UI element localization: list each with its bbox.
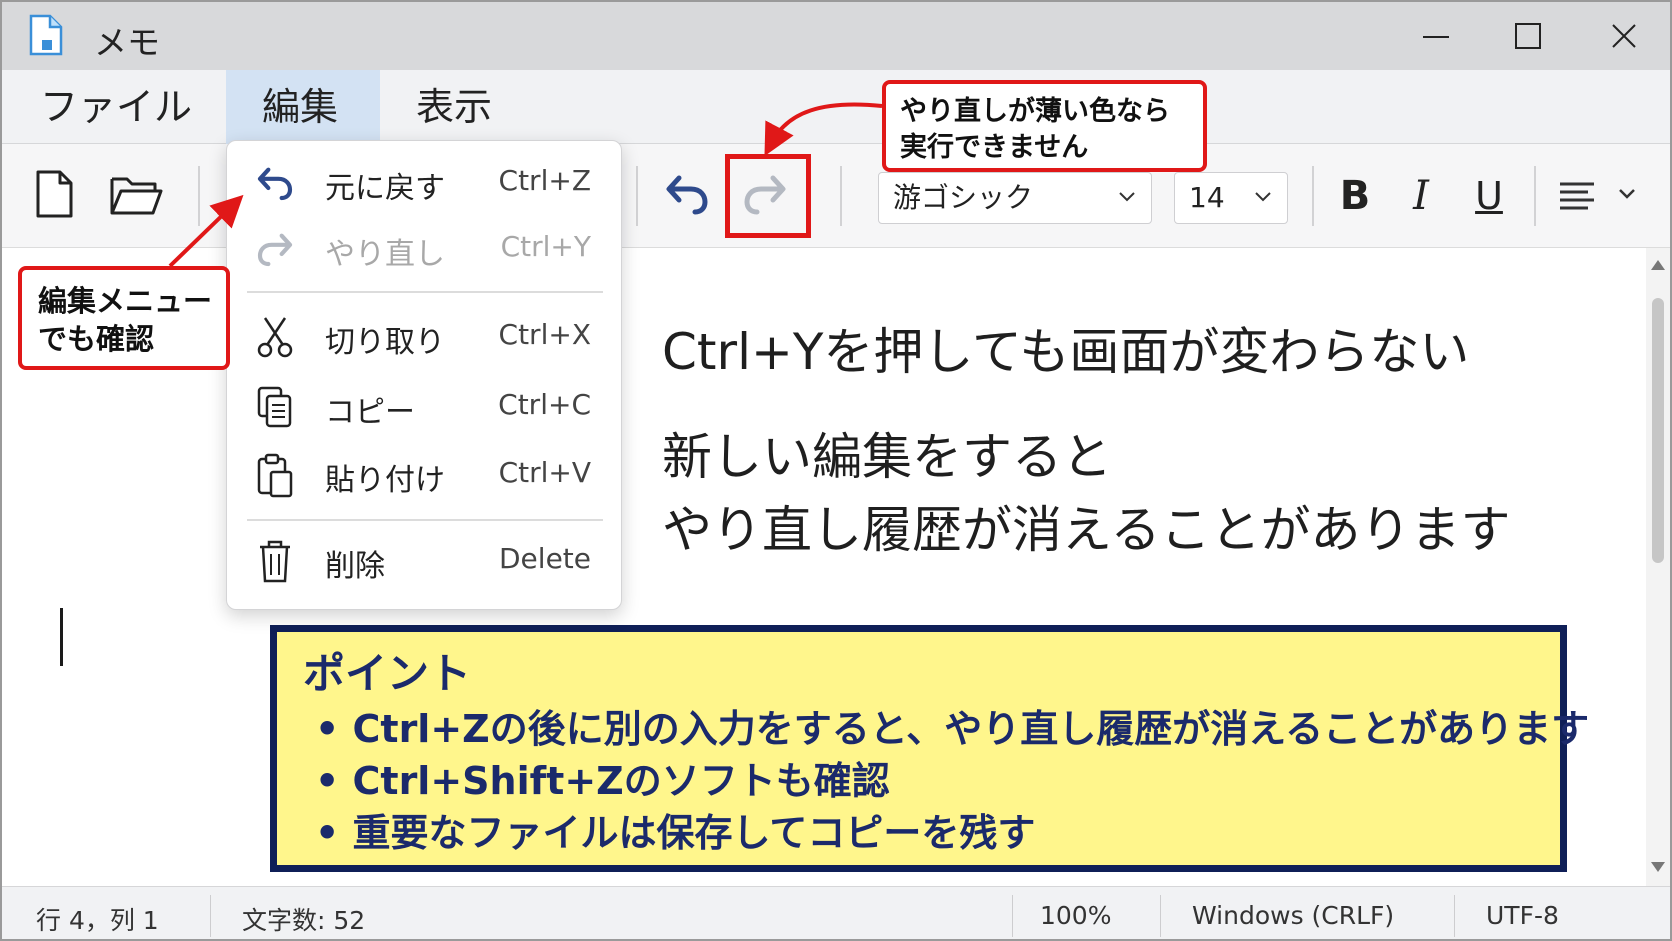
menu-view[interactable]: 表示 bbox=[380, 70, 528, 144]
scrollbar-thumb[interactable] bbox=[1652, 298, 1664, 563]
close-button[interactable] bbox=[1594, 12, 1654, 60]
menu-item-shortcut: Ctrl+Z bbox=[498, 164, 591, 197]
point-item: • Ctrl+Shift+Zのソフトも確認 bbox=[315, 759, 890, 803]
menu-file[interactable]: ファイル bbox=[4, 70, 228, 144]
callout-line: 編集メニュー bbox=[38, 284, 213, 318]
callout-line: やり直しが薄い色なら bbox=[900, 96, 1170, 127]
chevron-down-icon bbox=[1253, 173, 1273, 239]
font-family-select[interactable]: 游ゴシック bbox=[878, 172, 1152, 224]
new-file-icon bbox=[36, 170, 73, 218]
minimize-button[interactable] bbox=[1406, 12, 1466, 60]
scissors-icon bbox=[253, 315, 297, 359]
maximize-button[interactable] bbox=[1498, 12, 1558, 60]
menu-item-shortcut: Ctrl+X bbox=[498, 318, 591, 351]
undo-icon bbox=[253, 161, 297, 205]
status-position: 行 4，列 1 bbox=[36, 906, 159, 935]
menu-item-label: 元に戻す bbox=[325, 171, 445, 206]
paste-icon bbox=[253, 453, 297, 498]
open-folder-button[interactable] bbox=[108, 166, 164, 224]
menu-item-undo[interactable]: 元に戻す Ctrl+Z bbox=[227, 151, 623, 215]
scroll-down-icon[interactable] bbox=[1650, 860, 1666, 874]
editor-text-line-1: Ctrl+Yを押しても画面が変わらない bbox=[662, 323, 1470, 381]
minimize-icon bbox=[1423, 36, 1449, 38]
menu-item-shortcut: Ctrl+Y bbox=[500, 230, 591, 263]
notepad-app-icon bbox=[28, 14, 64, 56]
point-item: • 重要なファイルは保存してコピーを残す bbox=[315, 811, 1036, 855]
redo-highlight-box bbox=[725, 154, 811, 238]
scroll-up-icon[interactable] bbox=[1650, 258, 1666, 272]
editor-text-line-2: 新しい編集をすると bbox=[662, 428, 1112, 486]
align-dropdown-button[interactable] bbox=[1554, 170, 1650, 222]
status-line-ending: Windows (CRLF) bbox=[1192, 901, 1395, 930]
title-bar: メモ bbox=[2, 2, 1670, 70]
menu-item-label: コピー bbox=[325, 395, 415, 430]
italic-button[interactable]: I bbox=[1398, 168, 1444, 224]
font-size-value: 14 bbox=[1189, 181, 1225, 214]
point-item: • Ctrl+Zの後に別の入力をすると、やり直し履歴が消えることがあります bbox=[315, 707, 1590, 751]
trash-icon bbox=[253, 539, 297, 583]
menu-item-redo[interactable]: やり直し Ctrl+Y bbox=[227, 217, 623, 281]
menu-item-copy[interactable]: コピー Ctrl+C bbox=[227, 375, 623, 439]
menu-item-label: 削除 bbox=[325, 549, 385, 584]
menu-item-delete[interactable]: 削除 Delete bbox=[227, 529, 623, 593]
status-char-count: 文字数: 52 bbox=[242, 906, 366, 935]
menu-item-label: 切り取り bbox=[325, 325, 445, 360]
copy-icon bbox=[253, 385, 297, 429]
bold-button[interactable]: B bbox=[1332, 168, 1378, 224]
menu-item-label: やり直し bbox=[325, 237, 445, 272]
underline-button[interactable]: U bbox=[1466, 168, 1512, 224]
open-folder-icon bbox=[110, 177, 163, 215]
callout-redo-disabled: やり直しが薄い色なら 実行できません bbox=[882, 80, 1207, 172]
status-bar: 行 4，列 1 文字数: 52 100% Windows (CRLF) UTF-… bbox=[2, 886, 1670, 939]
vertical-scrollbar[interactable] bbox=[1646, 248, 1670, 886]
status-zoom: 100% bbox=[1040, 901, 1112, 930]
font-family-value: 游ゴシック bbox=[893, 181, 1034, 214]
chevron-down-icon bbox=[1117, 173, 1137, 239]
point-title: ポイント bbox=[303, 649, 472, 698]
callout-edit-menu: 編集メニュー でも確認 bbox=[18, 266, 230, 370]
text-caret bbox=[60, 608, 63, 666]
new-file-button[interactable] bbox=[30, 164, 78, 224]
status-encoding: UTF-8 bbox=[1486, 901, 1559, 930]
callout-line: でも確認 bbox=[38, 322, 155, 356]
window-title: メモ bbox=[94, 23, 160, 62]
callout-line: 実行できません bbox=[900, 132, 1089, 163]
menu-item-paste[interactable]: 貼り付け Ctrl+V bbox=[227, 443, 623, 507]
redo-icon bbox=[253, 227, 297, 271]
menu-item-label: 貼り付け bbox=[325, 463, 445, 498]
point-box: ポイント • Ctrl+Zの後に別の入力をすると、やり直し履歴が消えることがあり… bbox=[270, 625, 1589, 872]
edit-menu-dropdown: 元に戻す Ctrl+Z やり直し Ctrl+Y 切り取り Ctrl+X コピー … bbox=[226, 140, 622, 610]
align-left-icon bbox=[1560, 182, 1635, 210]
notepad-window: メモ ファイル 編集 表示 游ゴシック 14 B I U Ctrl+Yを押しても… bbox=[0, 0, 1672, 941]
font-size-select[interactable]: 14 bbox=[1174, 172, 1288, 224]
menu-bar: ファイル 編集 表示 bbox=[2, 70, 1670, 144]
undo-button[interactable] bbox=[662, 166, 712, 222]
editor-text-line-3: やり直し履歴が消えることがあります bbox=[662, 501, 1511, 559]
close-icon bbox=[1612, 24, 1636, 48]
menu-item-shortcut: Ctrl+C bbox=[498, 388, 591, 421]
undo-icon bbox=[666, 175, 708, 215]
menu-edit[interactable]: 編集 bbox=[226, 70, 380, 144]
menu-item-cut[interactable]: 切り取り Ctrl+X bbox=[227, 305, 623, 369]
menu-item-shortcut: Ctrl+V bbox=[498, 456, 591, 489]
maximize-icon bbox=[1515, 23, 1541, 49]
menu-item-shortcut: Delete bbox=[499, 542, 591, 575]
